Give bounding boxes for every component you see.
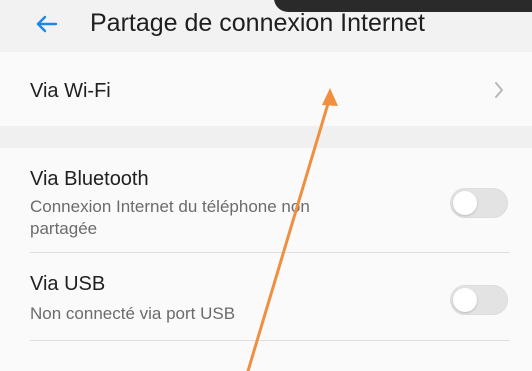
bluetooth-toggle-knob: [453, 191, 477, 215]
via-usb-row[interactable]: Via USB Non connecté via port USB: [0, 252, 532, 340]
via-bluetooth-label: Via Bluetooth: [30, 168, 149, 190]
via-bluetooth-row[interactable]: Via Bluetooth Connexion Internet du télé…: [0, 148, 532, 252]
connection-settings-panel: Via Bluetooth Connexion Internet du télé…: [0, 148, 532, 371]
back-arrow-icon: [32, 10, 60, 38]
chevron-right-icon: [492, 81, 506, 99]
via-wifi-row[interactable]: Via Wi-Fi: [0, 52, 532, 126]
bluetooth-toggle[interactable]: [450, 188, 508, 218]
page-title: Partage de connexion Internet: [90, 9, 425, 37]
section-spacer: [0, 126, 532, 148]
wifi-panel: Via Wi-Fi: [0, 52, 532, 126]
via-usb-subtitle: Non connecté via port USB: [30, 304, 236, 323]
back-button[interactable]: [30, 8, 62, 40]
divider: [30, 340, 510, 341]
usb-toggle[interactable]: [450, 285, 508, 315]
via-usb-label: Via USB: [30, 273, 106, 295]
via-bluetooth-subtitle: Connexion Internet du téléphone non part…: [30, 197, 310, 238]
via-wifi-label: Via Wi-Fi: [30, 80, 111, 102]
usb-toggle-knob: [453, 288, 477, 312]
app-header: Partage de connexion Internet: [0, 0, 532, 52]
